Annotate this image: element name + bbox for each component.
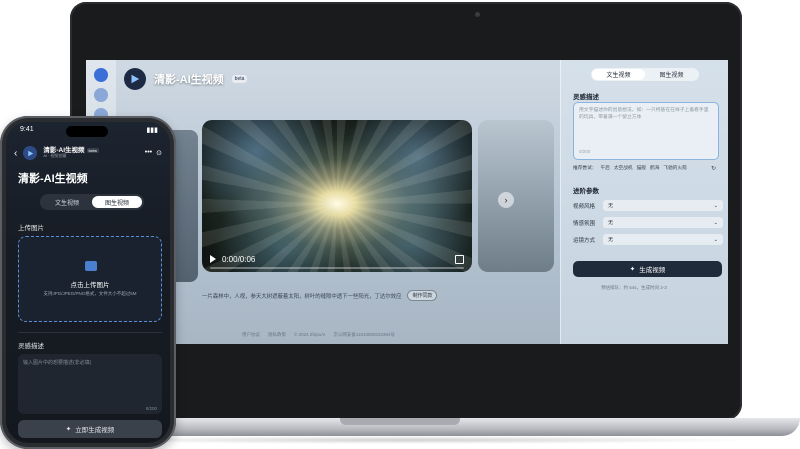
- status-time: 9:41: [20, 126, 34, 133]
- tag-chip[interactable]: 猫舰: [637, 165, 646, 171]
- inspiration-textarea[interactable]: 用文字描述你的创意想法，如：一只柯基在在样子上着看手里的玩具，带着满一个留立方体…: [573, 102, 719, 160]
- camera-motion-select[interactable]: 无 ⌄: [603, 234, 723, 245]
- settings-panel: 文生视频 图生视频 灵感描述 用文字描述你的创意想法，如：一只柯基在在样子上着看…: [560, 60, 728, 344]
- param-row-camera: 运镜方式 无 ⌄: [573, 234, 723, 245]
- brand-logo-icon: [124, 68, 146, 90]
- param-row-mood: 情感氛围 无 ⌄: [573, 217, 723, 228]
- chevron-down-icon: ⌄: [713, 202, 718, 209]
- home-icon[interactable]: [94, 68, 108, 82]
- mode-tabs: 文生视频 图生视频: [591, 68, 699, 81]
- mode-tabs: 文生视频 图生视频: [40, 194, 144, 210]
- chevron-right-icon: ›: [504, 195, 508, 205]
- inspiration-textarea[interactable]: 输入图片中的想要描述(非必填) 0/200: [18, 354, 162, 414]
- param-name: 运镜方式: [573, 237, 596, 244]
- tag-chip[interactable]: 鹤海: [650, 165, 659, 171]
- video-style-select[interactable]: 无 ⌄: [603, 200, 723, 211]
- fullscreen-icon[interactable]: [455, 254, 464, 264]
- mood-select[interactable]: 无 ⌄: [603, 217, 723, 228]
- divider: [18, 332, 162, 333]
- sparkle-icon: ✦: [629, 266, 636, 273]
- inspiration-label: 灵感描述: [573, 94, 599, 101]
- dynamic-island: [66, 126, 108, 137]
- nav-subtitle: AI · 视觉创意: [43, 153, 67, 159]
- footer-copyright: © 2024 ZhipuAI: [294, 332, 326, 337]
- video-player[interactable]: 0:00/0:06: [202, 120, 472, 272]
- next-arrow-button[interactable]: ›: [498, 192, 514, 208]
- phone-screen: 9:41 ▮▮▮ ‹ 清影-AI生视频 beta AI · 视觉创意 ••• ⊙ …: [6, 122, 170, 443]
- inspiration-label: 灵感描述: [18, 343, 44, 350]
- tag-chip[interactable]: 飞驰的火箭: [663, 165, 686, 171]
- nav-title-block: 清影-AI生视频 beta AI · 视觉创意: [43, 147, 99, 159]
- back-icon[interactable]: ‹: [14, 148, 17, 159]
- refresh-icon[interactable]: ↻: [711, 165, 716, 172]
- video-caption: 一片森林中，人视，参天大树遮蔽着太阳，树叶的缝隙中透下一些阳光，丁达尔效应: [202, 293, 402, 300]
- param-name: 情感氛围: [573, 220, 596, 227]
- make-same-button[interactable]: 制作同款: [407, 290, 438, 301]
- tab-image-to-video[interactable]: 图生视频: [645, 69, 698, 80]
- image-upload-icon: [85, 261, 97, 271]
- textarea-placeholder: 用文字描述你的创意想法，如：一只柯基在在样子上着看手里的玩具，带着满一个留立方体: [579, 108, 709, 121]
- brand-logo-icon: [23, 146, 38, 160]
- generate-video-button[interactable]: ✦ 生成视频: [573, 261, 722, 277]
- select-value: 无: [608, 220, 614, 226]
- select-value: 无: [608, 203, 614, 209]
- chevron-down-icon: ⌄: [713, 236, 718, 243]
- textarea-placeholder: 输入图片中的想要描述(非必填): [23, 360, 92, 366]
- close-icon[interactable]: ⊙: [156, 149, 162, 157]
- upload-title: 点击上传图片: [70, 282, 110, 289]
- battery-icon: ▮▮▮: [146, 127, 158, 134]
- footer-icp[interactable]: 京公网安备11010802033364号: [333, 332, 395, 338]
- footer-link[interactable]: 隐私政策: [268, 332, 286, 338]
- video-light-rays: [202, 120, 472, 272]
- generate-label: 生成视频: [639, 267, 666, 274]
- history-icon[interactable]: [94, 88, 108, 102]
- more-icon[interactable]: •••: [145, 149, 152, 157]
- queue-note: 预估排队：约 64s，生成时间 2-3: [601, 285, 667, 290]
- video-time: 0:00/0:06: [222, 254, 256, 264]
- nav-actions: ••• ⊙: [145, 149, 162, 157]
- advanced-params-label: 进阶参数: [573, 188, 599, 195]
- video-controls: 0:00/0:06: [210, 252, 464, 266]
- char-counter: 0/200: [579, 149, 591, 155]
- camera-icon: [475, 12, 480, 17]
- footer-links: 用户协议 隐私政策 © 2024 ZhipuAI 京公网安备1101080203…: [242, 332, 395, 338]
- tab-text-to-video[interactable]: 文生视频: [592, 69, 645, 80]
- footer-link[interactable]: 用户协议: [242, 332, 260, 338]
- sparkle-icon: ✦: [65, 426, 72, 433]
- video-thumbnail-next[interactable]: [478, 120, 554, 272]
- tag-chip[interactable]: 太空战机: [614, 165, 633, 171]
- video-caption-row: 一片森林中，人视，参天大树遮蔽着太阳，树叶的缝隙中透下一些阳光，丁达尔效应 制作…: [202, 290, 438, 301]
- param-row-style: 视频风格 无 ⌄: [573, 200, 723, 211]
- phone-nav: ‹ 清影-AI生视频 beta AI · 视觉创意 ••• ⊙: [14, 144, 162, 162]
- upload-label: 上传图片: [18, 225, 44, 232]
- play-icon[interactable]: [210, 255, 216, 263]
- tab-text-to-video[interactable]: 文生视频: [42, 196, 92, 208]
- tags-label: 推荐尝试：: [573, 165, 597, 170]
- image-upload-area[interactable]: 点击上传图片 支持JPG/JPEG/PNG格式，文件大小不超过5M: [18, 236, 162, 322]
- laptop-screen: 清影-AI生视频 beta 0:00/0:06 › 一片森林中，人视，参天大树遮…: [86, 60, 728, 344]
- suggested-tags: 推荐尝试： 午后 太空战机 猫舰 鹤海 飞驰的火箭: [573, 165, 687, 171]
- chevron-down-icon: ⌄: [713, 219, 718, 226]
- app-title: 清影-AI生视频: [154, 74, 224, 86]
- param-name: 视频风格: [573, 203, 596, 210]
- brand: 清影-AI生视频 beta: [124, 68, 248, 90]
- select-value: 无: [608, 237, 614, 243]
- upload-hint: 支持JPG/JPEG/PNG格式，文件大小不超过5M: [43, 291, 137, 296]
- video-progress-bar[interactable]: [210, 267, 464, 269]
- tag-chip[interactable]: 午后: [600, 165, 609, 171]
- generate-label: 立即生成视频: [75, 427, 115, 434]
- char-counter: 0/200: [145, 406, 157, 411]
- nav-badge: beta: [86, 148, 99, 154]
- tab-image-to-video[interactable]: 图生视频: [92, 196, 142, 208]
- page-title: 清影-AI生视频: [18, 173, 88, 185]
- app-badge: beta: [231, 75, 248, 83]
- laptop-notch: [340, 418, 460, 425]
- generate-video-button[interactable]: ✦ 立即生成视频: [18, 420, 162, 438]
